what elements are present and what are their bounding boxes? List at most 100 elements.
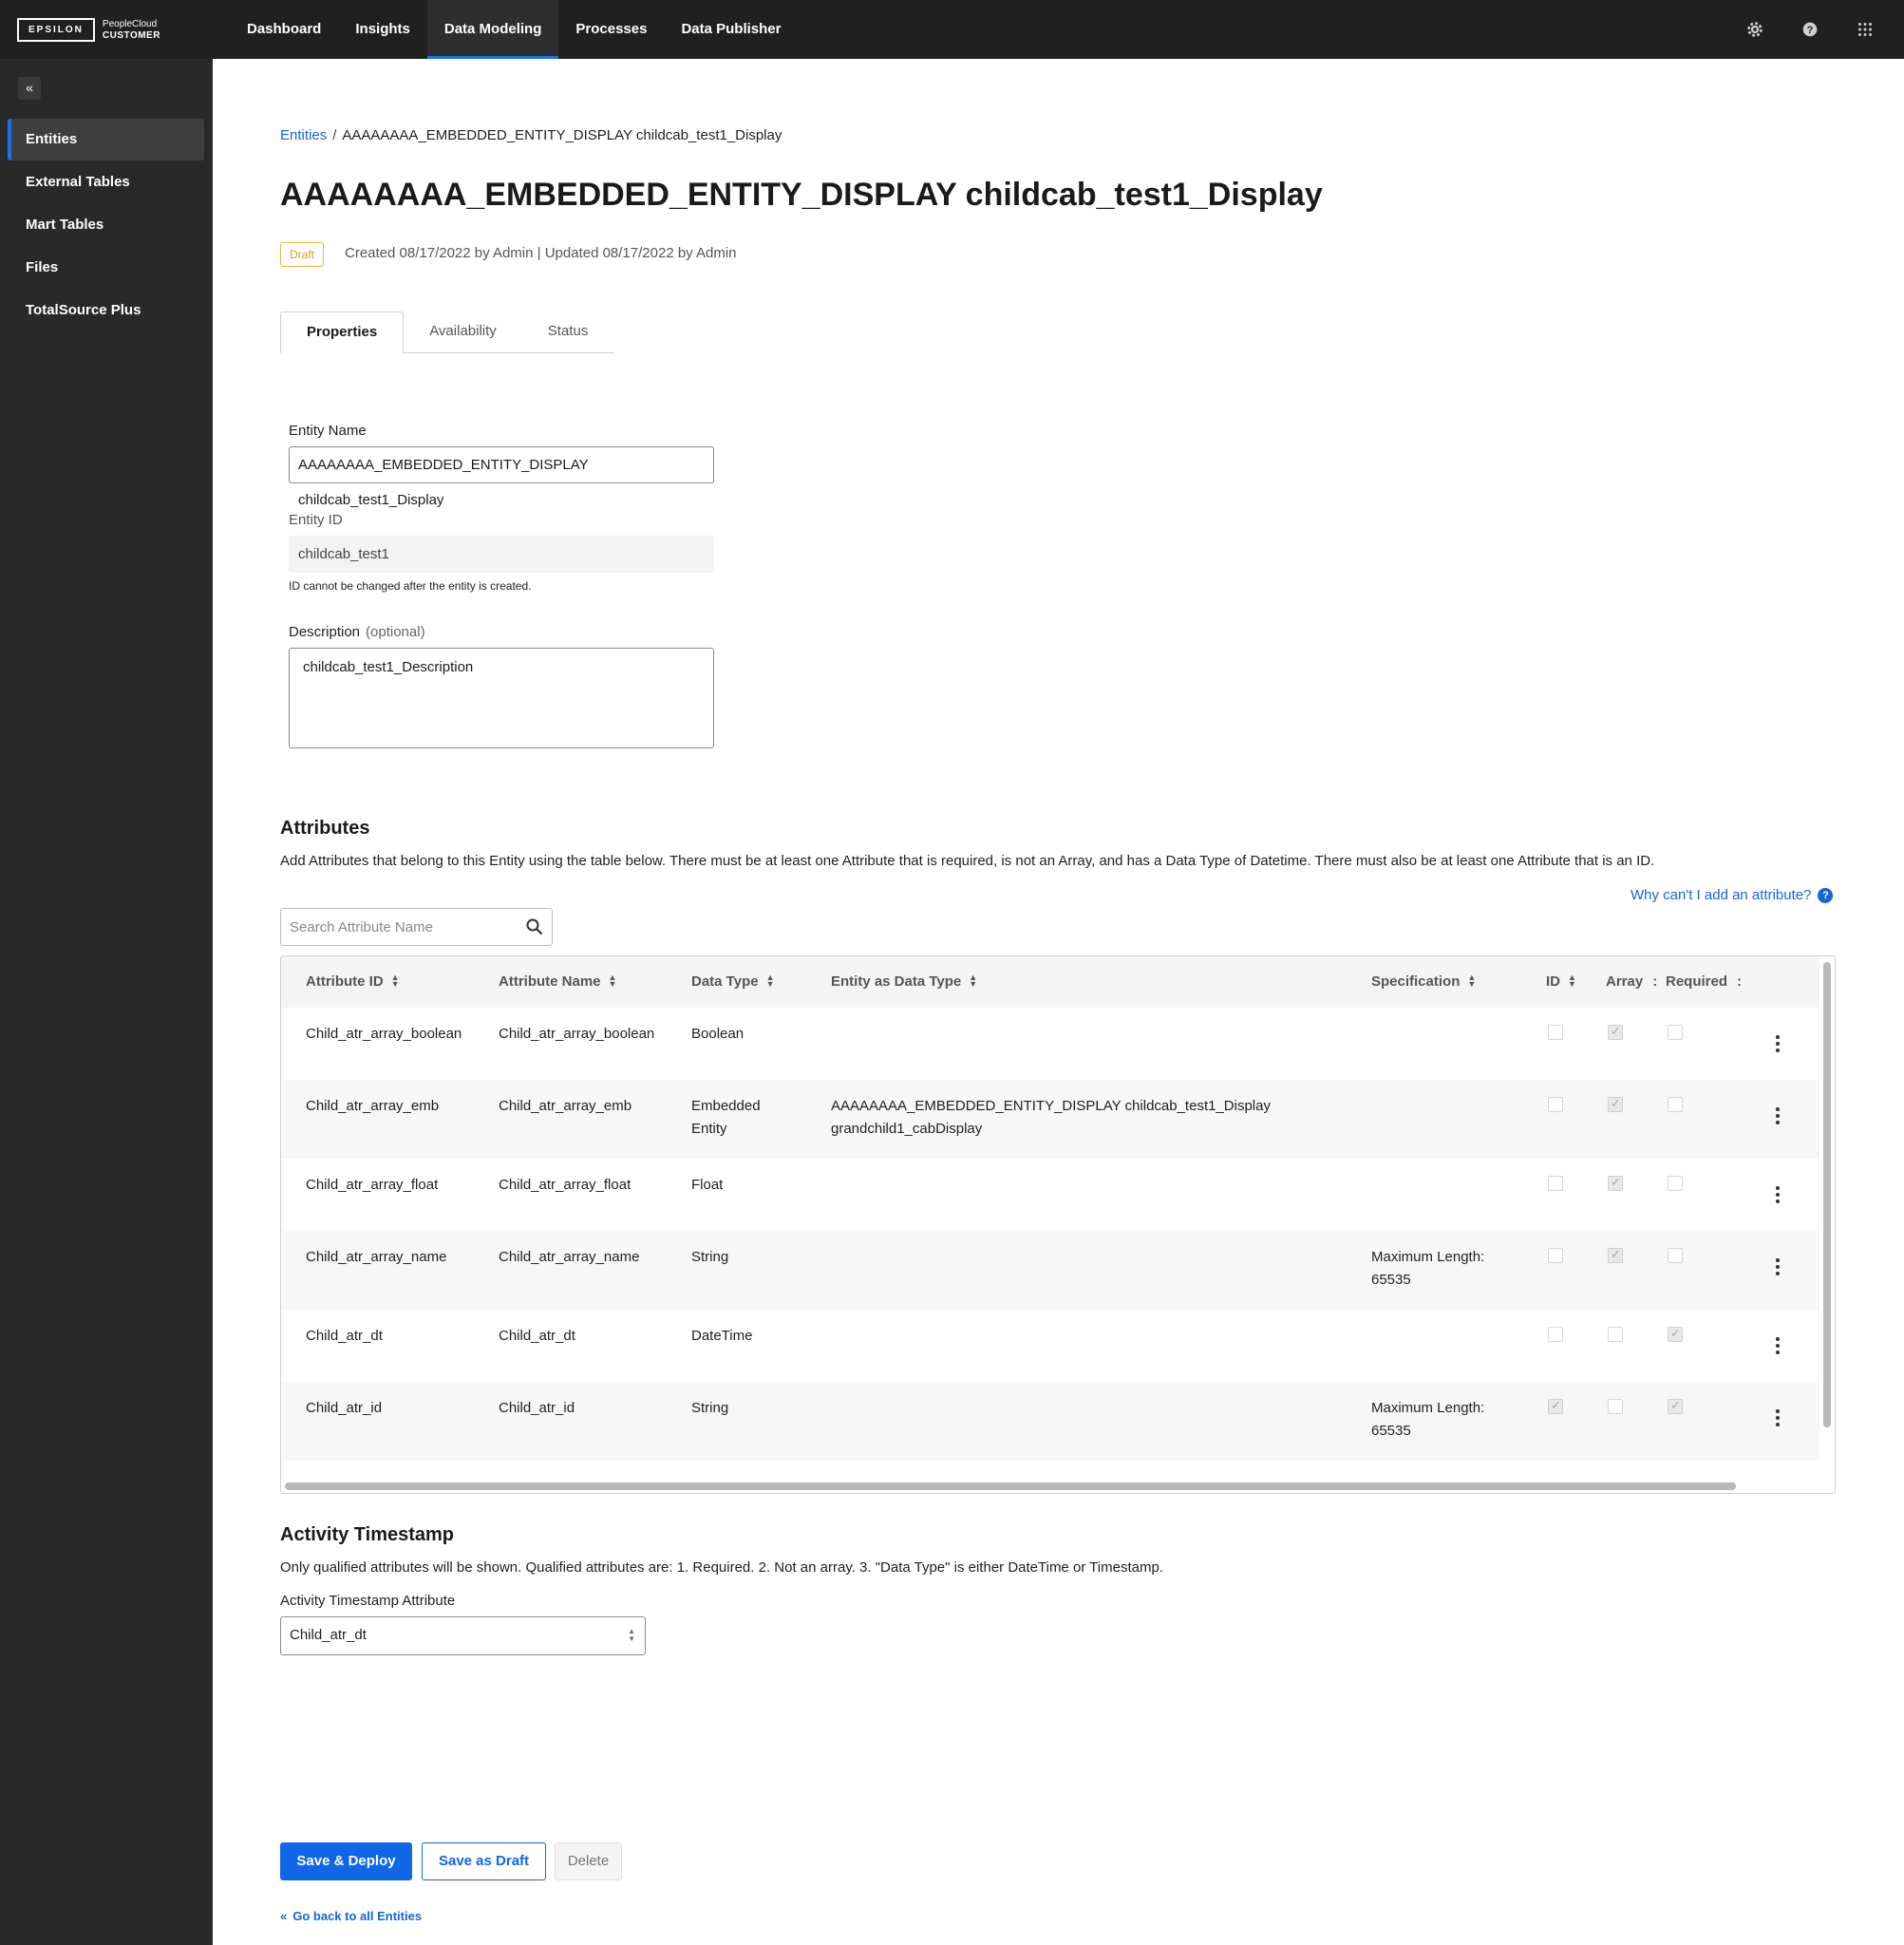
entity-id-label: Entity ID (289, 512, 343, 528)
cell-attribute-name: Child_atr_array_name (499, 1249, 640, 1265)
required-checkbox[interactable] (1668, 1248, 1683, 1263)
tab-availability[interactable]: Availability (404, 312, 522, 353)
breadcrumb-entities-link[interactable]: Entities (280, 127, 327, 143)
column-header-required[interactable]: Required: (1666, 973, 1742, 990)
entity-name-label: Entity Name (289, 423, 367, 439)
sort-icon[interactable]: ▲ ▼ (391, 973, 400, 989)
column-header-data-type[interactable]: Data Type ▲ ▼ (691, 973, 775, 991)
id-checkbox[interactable] (1548, 1327, 1563, 1342)
array-checkbox[interactable] (1608, 1024, 1623, 1040)
product-line-1: PeopleCloud (102, 18, 158, 29)
sidebar-item-entities[interactable]: Entities (8, 119, 204, 161)
row-actions-kebab-icon[interactable] (1775, 1186, 1781, 1207)
array-checkbox[interactable] (1608, 1175, 1623, 1191)
column-header-entity-as-data-type[interactable]: Entity as Data Type ▲ ▼ (831, 973, 977, 991)
sidebar-item-totalsource-plus[interactable]: TotalSource Plus (8, 290, 204, 331)
sidebar-item-external-tables[interactable]: External Tables (8, 161, 204, 203)
delete-button[interactable]: Delete (555, 1842, 622, 1880)
table-row[interactable]: Child_atr_dt Child_atr_dt DateTime (281, 1310, 1819, 1382)
cell-data-type: DateTime (691, 1328, 753, 1344)
cell-specification: Maximum Length: 65535 (1371, 1249, 1485, 1288)
horizontal-scrollbar[interactable] (285, 1482, 1736, 1490)
sort-icon[interactable]: ▲ ▼ (766, 973, 775, 989)
row-actions-kebab-icon[interactable] (1775, 1258, 1781, 1279)
table-row[interactable]: Child_atr_array_emb Child_atr_array_emb … (281, 1080, 1819, 1159)
cell-data-type: String (691, 1400, 729, 1416)
tab-properties[interactable]: Properties (280, 312, 405, 353)
cell-attribute-id: Child_atr_id (306, 1400, 383, 1416)
table-row[interactable]: Child_atr_array_name Child_atr_array_nam… (281, 1231, 1819, 1310)
table-header: Attribute ID ▲ ▼ Attribute Name ▲ ▼ Data Typ… (281, 956, 1819, 1008)
tab-status[interactable]: Status (521, 312, 614, 353)
table-row[interactable]: Child_atr_array_boolean Child_atr_array_… (281, 1008, 1819, 1080)
id-checkbox[interactable] (1548, 1025, 1563, 1040)
id-checkbox[interactable] (1548, 1248, 1563, 1263)
column-header-id[interactable]: ID ▲ ▼ (1546, 973, 1576, 991)
sort-icon[interactable]: ▲ ▼ (1467, 973, 1476, 989)
row-actions-kebab-icon[interactable] (1775, 1035, 1781, 1056)
nav-data-publisher[interactable]: Data Publisher (664, 0, 798, 59)
help-icon[interactable]: ? (1800, 19, 1820, 40)
attributes-table: Attribute ID ▲ ▼ Attribute Name ▲ ▼ Data Typ… (280, 955, 1836, 1494)
save-draft-button[interactable]: Save as Draft (422, 1842, 546, 1880)
row-actions-kebab-icon[interactable] (1775, 1107, 1781, 1128)
sort-icon[interactable]: ▲ ▼ (1568, 973, 1576, 989)
required-checkbox[interactable] (1668, 1176, 1683, 1191)
sidebar-item-mart-tables[interactable]: Mart Tables (8, 204, 204, 246)
entity-id-help-text: ID cannot be changed after the entity is… (289, 579, 532, 593)
tab-bar: Properties Availability Status (280, 312, 614, 353)
svg-text:?: ? (1807, 25, 1814, 36)
column-header-attribute-id[interactable]: Attribute ID ▲ ▼ (306, 973, 400, 991)
nav-insights[interactable]: Insights (338, 0, 427, 59)
search-icon[interactable] (525, 917, 544, 936)
array-checkbox[interactable] (1608, 1399, 1623, 1414)
id-checkbox[interactable] (1548, 1176, 1563, 1191)
activity-timestamp-select[interactable]: Child_atr_dt ▲ ▼ (280, 1616, 646, 1655)
required-checkbox[interactable] (1668, 1097, 1683, 1112)
vertical-scrollbar[interactable] (1823, 962, 1831, 1427)
row-actions-kebab-icon[interactable] (1775, 1409, 1781, 1430)
activity-timestamp-heading: Activity Timestamp (280, 1524, 455, 1545)
array-checkbox[interactable] (1608, 1327, 1623, 1342)
required-checkbox[interactable] (1668, 1398, 1683, 1414)
column-header-array[interactable]: Array: (1606, 973, 1657, 990)
brand-logo[interactable]: EPSILON PeopleCloud CUSTOMER (17, 17, 160, 43)
cell-attribute-id: Child_atr_array_emb (306, 1098, 440, 1114)
column-header-specification[interactable]: Specification ▲ ▼ (1371, 973, 1476, 991)
required-checkbox[interactable] (1668, 1025, 1683, 1040)
column-menu-icon[interactable]: : (1652, 973, 1657, 990)
save-deploy-button[interactable]: Save & Deploy (280, 1842, 412, 1880)
sort-icon[interactable]: ▲ ▼ (609, 973, 617, 989)
sort-icon[interactable]: ▲ ▼ (969, 973, 977, 989)
main-content: Entities / AAAAAAAA_EMBEDDED_ENTITY_DISPLA… (213, 59, 1904, 1945)
row-actions-kebab-icon[interactable] (1775, 1337, 1781, 1358)
array-checkbox[interactable] (1608, 1247, 1623, 1263)
column-menu-icon[interactable]: : (1737, 973, 1742, 990)
entity-name-field[interactable]: AAAAAAAA_EMBEDDED_ENTITY_DISPLAY childca… (289, 446, 714, 508)
apps-grid-icon[interactable] (1855, 19, 1876, 40)
nav-processes[interactable]: Processes (558, 0, 664, 59)
sidebar-item-files[interactable]: Files (8, 247, 204, 289)
why-cant-add-attribute-link[interactable]: Why can't I add an attribute?? (1631, 887, 1834, 903)
array-checkbox[interactable] (1608, 1096, 1623, 1112)
cell-entity-as-data-type: AAAAAAAA_EMBEDDED_ENTITY_DISPLAY childca… (831, 1098, 1271, 1137)
id-checkbox[interactable] (1548, 1097, 1563, 1112)
why-link-text: Why can't I add an attribute? (1631, 887, 1812, 903)
column-header-attribute-name[interactable]: Attribute Name ▲ ▼ (499, 973, 617, 991)
nav-data-modeling[interactable]: Data Modeling (426, 0, 559, 59)
table-row[interactable]: Child_atr_id Child_atr_id String Maximum… (281, 1382, 1819, 1461)
required-checkbox[interactable] (1668, 1326, 1683, 1342)
double-chevron-left-icon[interactable]: « (18, 77, 41, 100)
attribute-search-input[interactable]: Search Attribute Name (280, 908, 553, 946)
gear-icon[interactable] (1744, 19, 1765, 40)
back-to-entities-link[interactable]: « Go back to all Entities (280, 1909, 422, 1923)
description-optional: (optional) (366, 624, 425, 640)
cell-attribute-name: Child_atr_array_boolean (499, 1026, 655, 1042)
breadcrumb: Entities / AAAAAAAA_EMBEDDED_ENTITY_DISPLA… (280, 127, 782, 143)
top-bar: EPSILON PeopleCloud CUSTOMER Dashboard I… (0, 0, 1904, 59)
cell-data-type: String (691, 1249, 729, 1265)
nav-dashboard[interactable]: Dashboard (230, 0, 338, 59)
id-checkbox[interactable] (1548, 1398, 1563, 1414)
description-textarea[interactable]: childcab_test1_Description (289, 648, 714, 748)
table-row[interactable]: Child_atr_array_float Child_atr_array_fl… (281, 1159, 1819, 1231)
